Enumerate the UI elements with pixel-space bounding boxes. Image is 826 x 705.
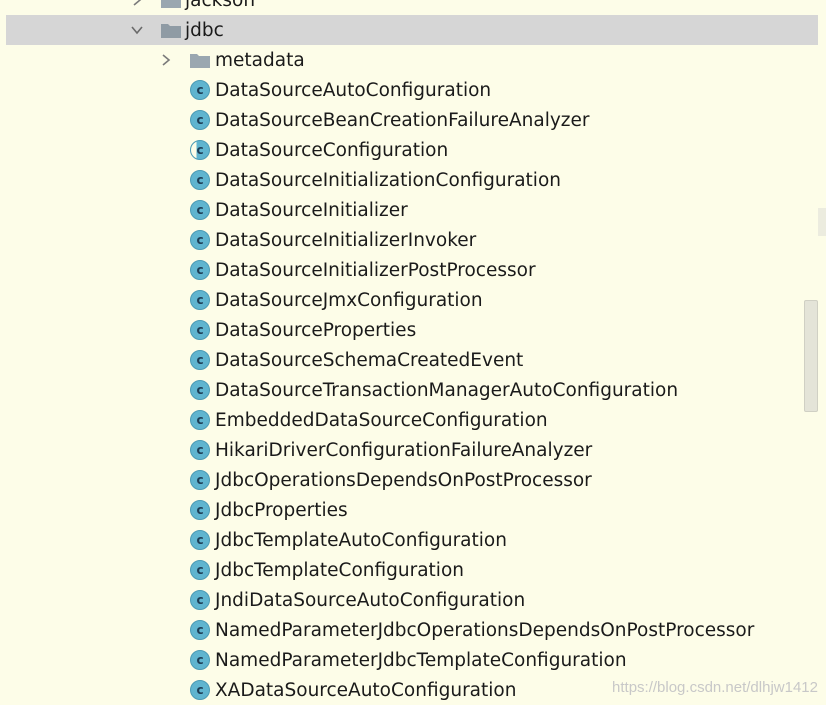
java-class-icon: c	[190, 320, 210, 340]
scrollbar-thumb[interactable]	[804, 300, 818, 412]
tree-row-class[interactable]: c JdbcTemplateConfiguration	[0, 555, 820, 585]
java-class-icon: c	[190, 410, 210, 430]
java-class-icon: c	[190, 140, 210, 160]
java-class-icon: c	[190, 620, 210, 640]
java-class-icon: c	[190, 290, 210, 310]
java-class-icon: c	[190, 440, 210, 460]
tree-label: DataSourceSchemaCreatedEvent	[215, 349, 524, 371]
tree-label: JdbcTemplateAutoConfiguration	[215, 529, 507, 551]
tree-label: jdbc	[185, 19, 224, 41]
watermark: https://blog.csdn.net/dlhjw1412	[612, 679, 818, 696]
tree-label: DataSourceJmxConfiguration	[215, 289, 483, 311]
tree-row-class[interactable]: c JdbcTemplateAutoConfiguration	[0, 525, 820, 555]
tree-label: DataSourceConfiguration	[215, 139, 449, 161]
folder-icon	[161, 0, 181, 8]
tree-label: XADataSourceAutoConfiguration	[215, 679, 517, 701]
java-class-icon: c	[190, 680, 210, 700]
java-class-icon: c	[190, 560, 210, 580]
tree-label: DataSourceInitializationConfiguration	[215, 169, 561, 191]
java-class-icon: c	[190, 530, 210, 550]
java-class-icon: c	[190, 170, 210, 190]
tree-label: HikariDriverConfigurationFailureAnalyzer	[215, 439, 593, 461]
scroll-marker	[818, 208, 826, 236]
tree-row-class[interactable]: c EmbeddedDataSourceConfiguration	[0, 405, 820, 435]
folder-icon	[161, 24, 181, 38]
tree-label: DataSourceInitializerInvoker	[215, 229, 477, 251]
tree-row-jackson[interactable]: jackson	[0, 0, 820, 15]
tree-label: DataSourceBeanCreationFailureAnalyzer	[215, 109, 590, 131]
tree-label: EmbeddedDataSourceConfiguration	[215, 409, 548, 431]
tree-row-class[interactable]: c NamedParameterJdbcOperationsDependsOnPo…	[0, 615, 820, 645]
java-class-icon: c	[190, 110, 210, 130]
java-class-icon: c	[190, 200, 210, 220]
java-class-icon: c	[190, 260, 210, 280]
tree-row-metadata[interactable]: metadata	[0, 45, 820, 75]
tree-row-class[interactable]: c JdbcOperationsDependsOnPostProcessor	[0, 465, 820, 495]
tree-label: NamedParameterJdbcOperationsDependsOnPos…	[215, 619, 755, 641]
java-class-icon: c	[190, 650, 210, 670]
tree-row-class[interactable]: c DataSourceSchemaCreatedEvent	[0, 345, 820, 375]
tree-row-class[interactable]: c DataSourceBeanCreationFailureAnalyzer	[0, 105, 820, 135]
tree-row-class[interactable]: c JndiDataSourceAutoConfiguration	[0, 585, 820, 615]
java-class-icon: c	[190, 230, 210, 250]
tree-row-class[interactable]: c DataSourceInitializerInvoker	[0, 225, 820, 255]
folder-icon	[190, 54, 210, 68]
java-class-icon: c	[190, 470, 210, 490]
chevron-right-icon[interactable]	[128, 0, 146, 9]
tree-row-class[interactable]: c DataSourceTransactionManagerAutoConfigu…	[0, 375, 820, 405]
tree-label: DataSourceInitializer	[215, 199, 408, 221]
tree-label: DataSourceInitializerPostProcessor	[215, 259, 536, 281]
tree-label: JndiDataSourceAutoConfiguration	[215, 589, 526, 611]
tree-row-class[interactable]: c NamedParameterJdbcTemplateConfiguration	[0, 645, 820, 675]
tree-label: DataSourceTransactionManagerAutoConfigur…	[215, 379, 679, 401]
tree-label: JdbcOperationsDependsOnPostProcessor	[215, 469, 592, 491]
tree-label: metadata	[215, 49, 305, 71]
tree-label: NamedParameterJdbcTemplateConfiguration	[215, 649, 627, 671]
java-class-icon: c	[190, 80, 210, 100]
java-class-icon: c	[190, 500, 210, 520]
tree-row-class[interactable]: c JdbcProperties	[0, 495, 820, 525]
tree-label: DataSourceAutoConfiguration	[215, 79, 492, 101]
java-class-icon: c	[190, 590, 210, 610]
tree-row-class[interactable]: c DataSourceAutoConfiguration	[0, 75, 820, 105]
tree-row-class[interactable]: c DataSourceConfiguration	[0, 135, 820, 165]
tree-row-class[interactable]: c DataSourceInitializationConfiguration	[0, 165, 820, 195]
tree-label: jackson	[185, 0, 256, 11]
java-class-icon: c	[190, 380, 210, 400]
tree-label: JdbcProperties	[215, 499, 348, 521]
chevron-down-icon[interactable]	[128, 21, 146, 39]
tree-row-class[interactable]: c DataSourceInitializer	[0, 195, 820, 225]
tree-label: JdbcTemplateConfiguration	[215, 559, 464, 581]
java-class-icon: c	[190, 350, 210, 370]
tree-row-class[interactable]: c DataSourceJmxConfiguration	[0, 285, 820, 315]
tree-row-class[interactable]: c DataSourceProperties	[0, 315, 820, 345]
chevron-right-icon[interactable]	[157, 51, 175, 69]
tree-row-class[interactable]: c HikariDriverConfigurationFailureAnalyze…	[0, 435, 820, 465]
tree-row-class[interactable]: c DataSourceInitializerPostProcessor	[0, 255, 820, 285]
tree-label: DataSourceProperties	[215, 319, 417, 341]
tree-row-jdbc[interactable]: jdbc	[6, 15, 818, 45]
